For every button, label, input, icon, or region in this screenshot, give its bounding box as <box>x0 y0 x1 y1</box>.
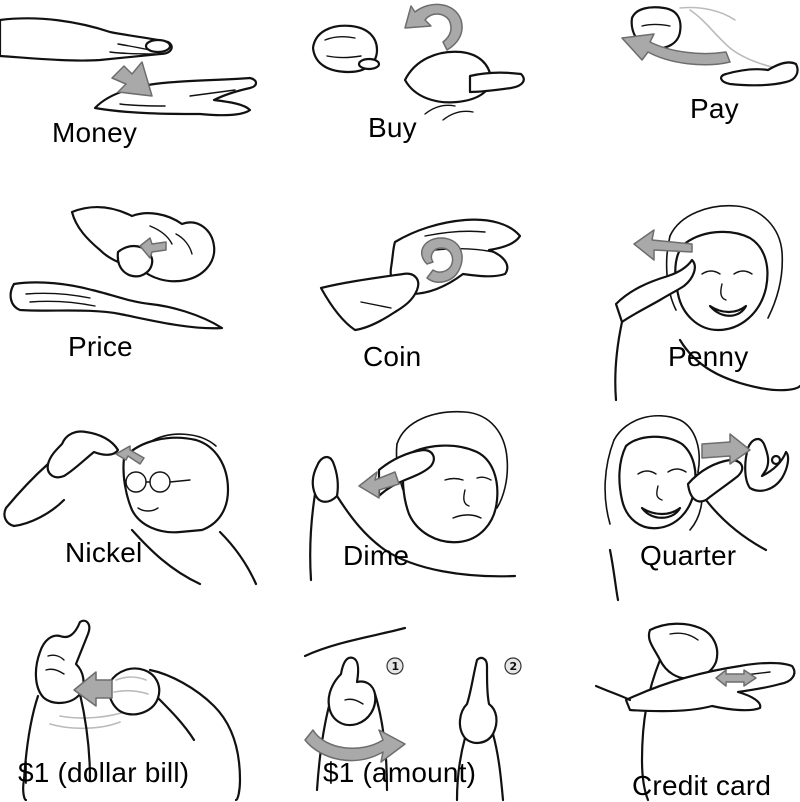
penny-face-illustration <box>614 204 800 402</box>
money-hands-illustration <box>0 17 258 117</box>
sign-dollar-amount: 1 2 $1 (amount) <box>265 600 530 802</box>
sign-label: Money <box>52 117 138 148</box>
sign-label: Pay <box>690 93 739 124</box>
sign-label: $1 (amount) <box>323 757 477 788</box>
sign-label: Credit card <box>632 770 772 801</box>
sign-label: Nickel <box>65 537 143 568</box>
rightward-arrow-icon <box>701 433 751 465</box>
price-hands-illustration <box>9 205 224 330</box>
sign-label: Dime <box>343 540 410 571</box>
sign-label: Coin <box>363 341 422 372</box>
downward-arrow-icon <box>111 61 153 97</box>
sign-credit-card: Credit card <box>530 600 800 802</box>
sign-label: $1 (dollar bill) <box>18 757 190 788</box>
sign-nickel: Nickel <box>0 400 265 600</box>
curved-arrow-icon <box>404 3 463 51</box>
sign-dollar-bill: $1 (dollar bill) <box>0 600 265 802</box>
sign-label: Price <box>68 331 133 362</box>
sign-coin: Coin <box>265 190 530 400</box>
sign-label: Penny <box>668 341 749 372</box>
sign-label: Buy <box>368 112 417 143</box>
sign-price: Price <box>0 190 265 400</box>
sign-penny: Penny <box>530 190 800 402</box>
sign-quarter: Quarter <box>530 400 800 602</box>
step-2-number: 2 <box>510 660 518 673</box>
sign-label: Quarter <box>640 540 737 571</box>
nickel-face-illustration <box>3 430 258 586</box>
sign-buy: Buy <box>265 0 530 190</box>
buy-hands-illustration <box>311 3 525 121</box>
sign-pay: Pay <box>530 0 800 190</box>
pay-hands-illustration <box>621 6 799 87</box>
step-1-number: 1 <box>392 660 400 673</box>
sign-money: Money <box>0 0 265 190</box>
sign-dime: Dime <box>265 400 530 600</box>
sign-language-money-chart: Money Buy Pay Price Coin Penny Nickel Di… <box>0 0 800 802</box>
